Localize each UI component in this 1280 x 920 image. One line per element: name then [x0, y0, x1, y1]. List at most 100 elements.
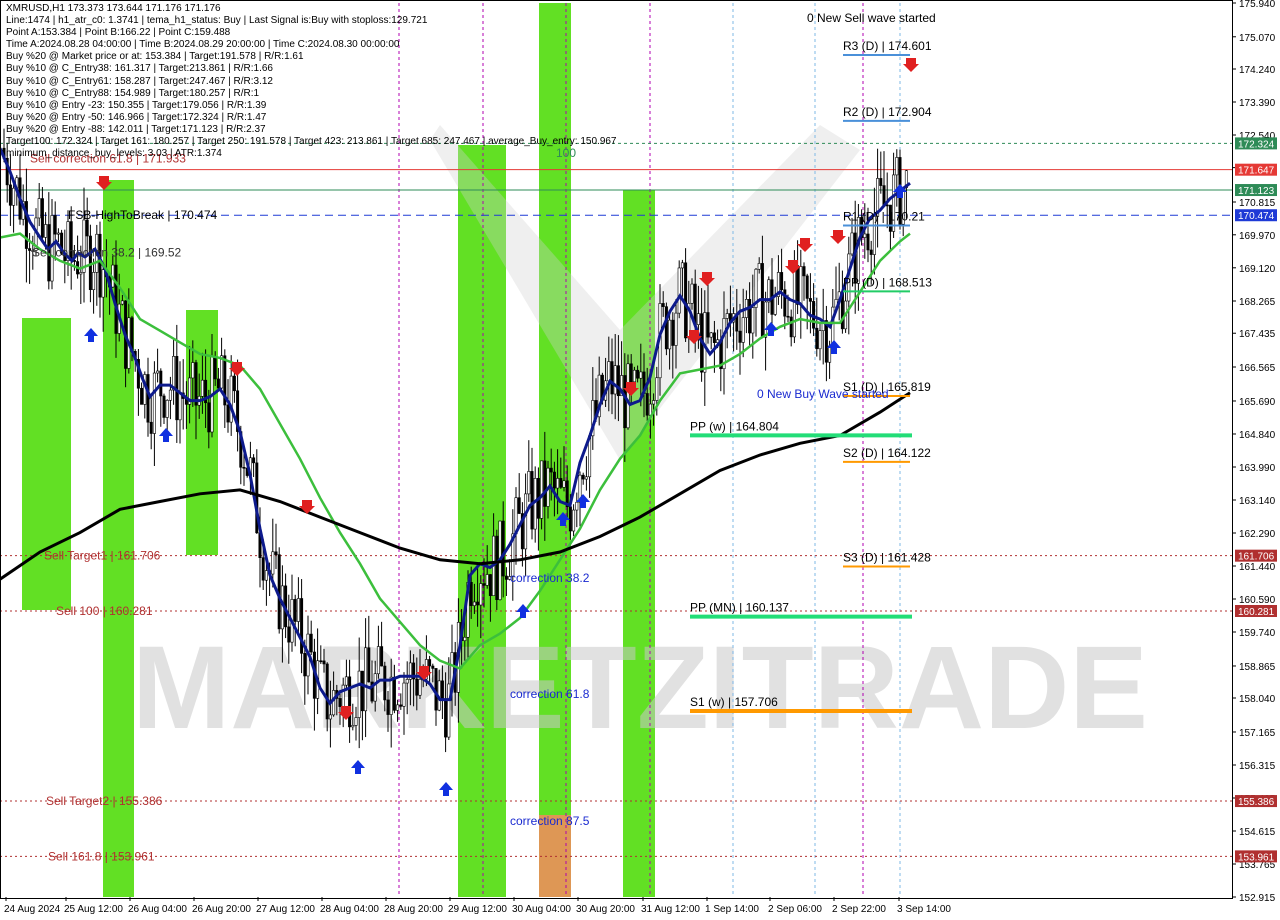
- info-line: Buy %10 @ Entry -23: 150.355 | Target:17…: [6, 99, 267, 111]
- y-tick-label: 175.940: [1239, 0, 1276, 10]
- candle-body: [101, 269, 105, 298]
- candle-body: [53, 215, 57, 235]
- signal-band: [22, 318, 71, 610]
- candle-body: [741, 317, 745, 343]
- candle-body: [517, 497, 521, 514]
- level-label: Sell Target2 | 155.386: [46, 794, 163, 808]
- y-tick-label: 154.615: [1239, 827, 1276, 838]
- candle-body: [191, 362, 195, 379]
- sell-arrow-icon: [299, 500, 315, 514]
- level-label: FSB-HighToBreak | 170.474: [68, 208, 218, 222]
- candle-body: [661, 303, 665, 307]
- pivot-label: S2 (D) | 164.122: [843, 446, 931, 460]
- candle-body: [476, 601, 480, 606]
- candle-body: [92, 272, 96, 290]
- pivot-label: R1 (D) | 170.21: [843, 209, 925, 223]
- candle-body: [12, 187, 16, 206]
- buy-arrow-icon: [159, 428, 173, 442]
- signal-band: [186, 310, 218, 555]
- candle-body: [495, 535, 499, 600]
- candle-body: [530, 471, 534, 530]
- candle-body: [866, 233, 870, 251]
- annotation-label: correction 38.2: [510, 571, 590, 585]
- candle-body: [828, 345, 832, 363]
- buy-arrow-icon: [439, 782, 453, 796]
- y-tick-label: 157.165: [1239, 728, 1276, 739]
- candle-body: [226, 404, 230, 423]
- candle-body: [325, 663, 329, 720]
- candle-body: [552, 471, 556, 489]
- candle-body: [402, 682, 406, 707]
- price-tag-label: 155.386: [1238, 797, 1275, 808]
- candle-body: [584, 476, 588, 480]
- candle-body: [725, 313, 729, 319]
- price-tag-label: 160.281: [1238, 607, 1275, 618]
- y-tick-label: 161.440: [1239, 562, 1276, 573]
- pivot-label: S3 (D) | 161.428: [843, 550, 931, 564]
- candle-body: [629, 363, 633, 383]
- candle-body: [677, 267, 681, 314]
- candle-body: [389, 676, 393, 715]
- x-tick-label: 1 Sep 14:00: [705, 904, 759, 915]
- candle-body: [152, 372, 156, 434]
- candle-body: [463, 636, 467, 641]
- candle-body: [501, 520, 505, 577]
- candle-body: [482, 583, 486, 586]
- candle-body: [815, 327, 819, 350]
- candle-body: [396, 704, 400, 711]
- x-tick-label: 26 Aug 20:00: [192, 904, 251, 915]
- annotation-label: correction 61.8: [510, 687, 590, 701]
- candle-body: [559, 478, 563, 488]
- candle-body: [357, 670, 361, 718]
- info-line: Buy %20 @ Entry -88: 142.011 | Target:17…: [6, 123, 266, 135]
- candle-body: [351, 725, 355, 728]
- time-axis: 24 Aug 2024 25 Aug 12:00 26 Aug 04:00 26 Au…: [4, 897, 951, 915]
- candle-body: [485, 574, 489, 586]
- watermark-text: MARKETZITRADE: [132, 622, 1148, 754]
- annotation-label: 0 New Buy Wave started: [757, 387, 889, 401]
- y-tick-label: 158.865: [1239, 662, 1276, 673]
- candle-body: [232, 375, 236, 392]
- candle-body: [293, 599, 297, 622]
- candle-body: [869, 249, 873, 255]
- x-tick-label: 26 Aug 04:00: [128, 904, 187, 915]
- candle-body: [44, 224, 48, 238]
- y-tick-label: 166.565: [1239, 363, 1276, 374]
- annotation-label: 0 New Sell wave started: [807, 11, 936, 25]
- price-tag-label: 170.474: [1238, 211, 1275, 222]
- y-tick-label: 159.740: [1239, 628, 1276, 639]
- candle-body: [655, 377, 659, 401]
- candle-body: [693, 283, 697, 325]
- candle-body: [373, 673, 377, 702]
- y-tick-label: 165.690: [1239, 397, 1276, 408]
- info-line: Target100: 172.324 | Target 161: 180.257…: [6, 136, 617, 148]
- candle-body: [616, 365, 620, 397]
- candle-body: [856, 217, 860, 284]
- candle-body: [213, 356, 217, 380]
- candle-body: [178, 392, 182, 421]
- candle-body: [645, 393, 649, 416]
- candle-body: [287, 626, 291, 643]
- candle-body: [562, 480, 566, 488]
- sell-arrow-icon: [830, 230, 846, 244]
- x-tick-label: 30 Aug 04:00: [512, 904, 571, 915]
- pivot-label: R3 (D) | 174.601: [843, 39, 932, 53]
- info-line: Point A:153.384 | Point B:166.22 | Point…: [6, 27, 231, 39]
- y-tick-label: 156.315: [1239, 761, 1276, 772]
- candle-body: [789, 316, 793, 338]
- candle-body: [418, 679, 422, 696]
- candle-body: [613, 365, 617, 395]
- price-tag-label: 153.961: [1238, 852, 1275, 863]
- x-tick-label: 24 Aug 2024: [4, 904, 61, 915]
- candle-body: [581, 474, 585, 480]
- x-tick-label: 31 Aug 12:00: [641, 904, 700, 915]
- candle-body: [348, 676, 352, 728]
- y-tick-label: 152.915: [1239, 893, 1276, 904]
- candle-body: [568, 506, 572, 532]
- info-panel: XMRUSD,H1 173.373 173.644 171.176 171.17…: [6, 3, 617, 160]
- pivot-label: R2 (D) | 172.904: [843, 105, 932, 119]
- candle-body: [540, 460, 544, 519]
- candle-body: [764, 301, 768, 338]
- candle-body: [364, 647, 368, 712]
- candle-body: [639, 371, 643, 379]
